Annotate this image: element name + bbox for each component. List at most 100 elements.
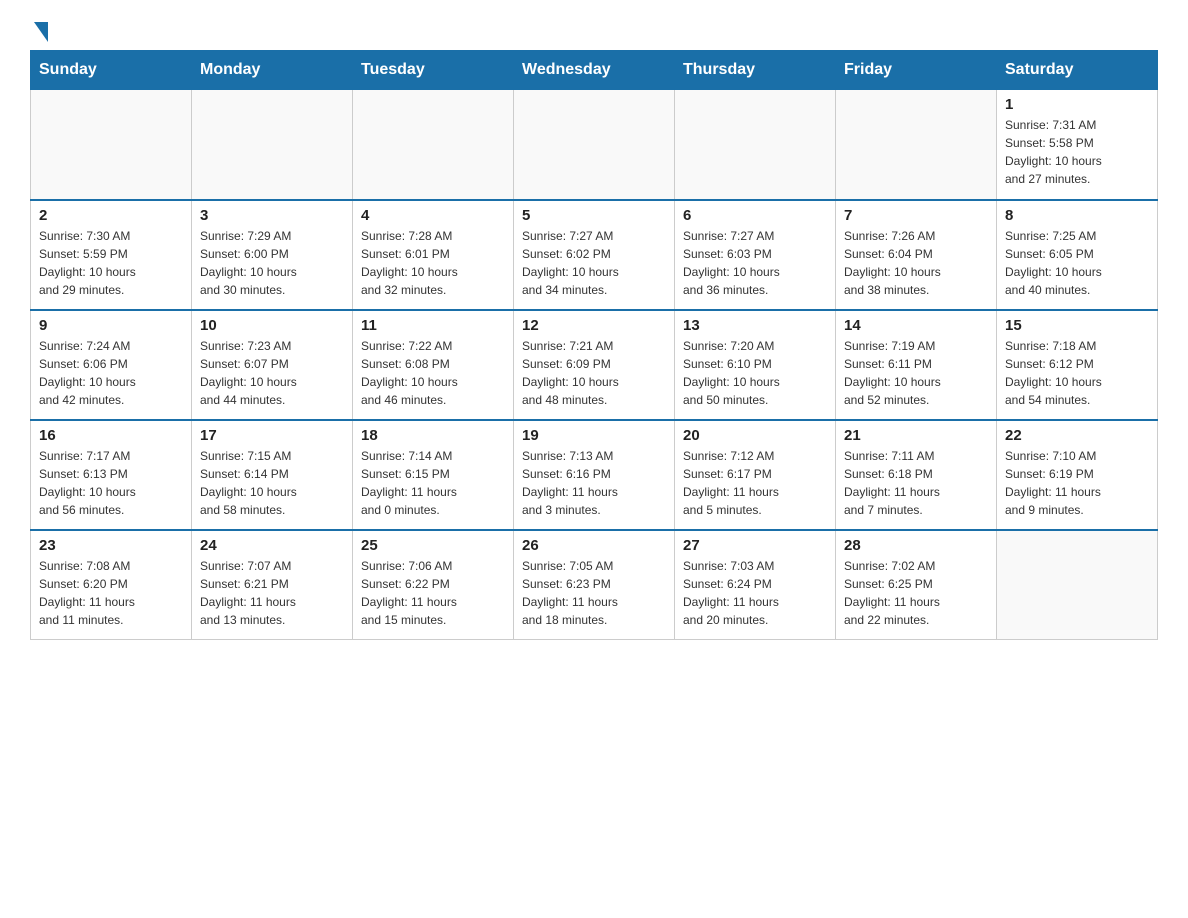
calendar-cell: 1 Sunrise: 7:31 AM Sunset: 5:58 PM Daylig…: [997, 90, 1158, 200]
calendar-cell: 13Sunrise: 7:20 AM Sunset: 6:10 PM Dayli…: [675, 310, 836, 420]
calendar-cell: 25 Sunrise: 7:06 AM Sunset: 6:22 PM Dayli…: [353, 530, 514, 640]
calendar-cell: [514, 90, 675, 200]
calendar-week-row: 23 Sunrise: 7:08 AM Sunset: 6:20 PM Dayli…: [31, 530, 1158, 640]
day-info: Sunrise: 7:14 AM Sunset: 6:15 PM Dayligh…: [361, 447, 505, 519]
calendar-cell: 17 Sunrise: 7:15 AM Sunset: 6:14 PM Dayli…: [192, 420, 353, 530]
day-number: 15: [1005, 317, 1149, 334]
calendar-cell: 5 Sunrise: 7:27 AM Sunset: 6:02 PM Daylig…: [514, 200, 675, 310]
day-info: Sunrise: 7:31 AM Sunset: 5:58 PM Dayligh…: [1005, 116, 1149, 188]
day-number: 11: [361, 317, 505, 334]
day-info: Sunrise: 7:21 AM Sunset: 6:09 PM Dayligh…: [522, 337, 666, 409]
day-number: 24: [200, 537, 344, 554]
calendar-cell: 4 Sunrise: 7:28 AM Sunset: 6:01 PM Daylig…: [353, 200, 514, 310]
day-info: Sunrise: 7:07 AM Sunset: 6:21 PM Dayligh…: [200, 557, 344, 629]
day-number: 14: [844, 317, 988, 334]
day-info: Sunrise: 7:17 AM Sunset: 6:13 PM Dayligh…: [39, 447, 183, 519]
day-info: Sunrise: 7:25 AM Sunset: 6:05 PM Dayligh…: [1005, 227, 1149, 299]
day-number: 8: [1005, 207, 1149, 224]
day-info: Sunrise: 7:08 AM Sunset: 6:20 PM Dayligh…: [39, 557, 183, 629]
logo: [30, 20, 48, 40]
calendar-cell: [836, 90, 997, 200]
day-number: 28: [844, 537, 988, 554]
logo-arrow-icon: [34, 22, 48, 42]
calendar-week-row: 9 Sunrise: 7:24 AM Sunset: 6:06 PM Daylig…: [31, 310, 1158, 420]
calendar-cell: 19 Sunrise: 7:13 AM Sunset: 6:16 PM Dayli…: [514, 420, 675, 530]
day-number: 5: [522, 207, 666, 224]
day-of-week-header: Friday: [836, 51, 997, 90]
calendar-cell: 21Sunrise: 7:11 AM Sunset: 6:18 PM Dayli…: [836, 420, 997, 530]
day-number: 7: [844, 207, 988, 224]
day-number: 9: [39, 317, 183, 334]
day-number: 23: [39, 537, 183, 554]
day-info: Sunrise: 7:18 AM Sunset: 6:12 PM Dayligh…: [1005, 337, 1149, 409]
day-of-week-header: Monday: [192, 51, 353, 90]
calendar-week-row: 2 Sunrise: 7:30 AM Sunset: 5:59 PM Daylig…: [31, 200, 1158, 310]
day-number: 1: [1005, 96, 1149, 113]
calendar-cell: 18 Sunrise: 7:14 AM Sunset: 6:15 PM Dayli…: [353, 420, 514, 530]
calendar-cell: 8 Sunrise: 7:25 AM Sunset: 6:05 PM Daylig…: [997, 200, 1158, 310]
page-header: [30, 20, 1158, 40]
calendar-week-row: 1 Sunrise: 7:31 AM Sunset: 5:58 PM Daylig…: [31, 90, 1158, 200]
day-of-week-header: Tuesday: [353, 51, 514, 90]
day-number: 10: [200, 317, 344, 334]
calendar-cell: 20 Sunrise: 7:12 AM Sunset: 6:17 PM Dayli…: [675, 420, 836, 530]
calendar-cell: 2 Sunrise: 7:30 AM Sunset: 5:59 PM Daylig…: [31, 200, 192, 310]
day-number: 17: [200, 427, 344, 444]
calendar-cell: [997, 530, 1158, 640]
day-number: 6: [683, 207, 827, 224]
day-info: Sunrise: 7:30 AM Sunset: 5:59 PM Dayligh…: [39, 227, 183, 299]
calendar-cell: 11 Sunrise: 7:22 AM Sunset: 6:08 PM Dayli…: [353, 310, 514, 420]
calendar-cell: [192, 90, 353, 200]
day-number: 12: [522, 317, 666, 334]
calendar-cell: 6 Sunrise: 7:27 AM Sunset: 6:03 PM Daylig…: [675, 200, 836, 310]
day-info: Sunrise: 7:11 AM Sunset: 6:18 PM Dayligh…: [844, 447, 988, 519]
day-number: 4: [361, 207, 505, 224]
calendar-cell: 26Sunrise: 7:05 AM Sunset: 6:23 PM Dayli…: [514, 530, 675, 640]
calendar-cell: [31, 90, 192, 200]
day-number: 22: [1005, 427, 1149, 444]
day-of-week-header: Saturday: [997, 51, 1158, 90]
calendar-cell: [353, 90, 514, 200]
day-number: 13: [683, 317, 827, 334]
calendar-week-row: 16 Sunrise: 7:17 AM Sunset: 6:13 PM Dayli…: [31, 420, 1158, 530]
calendar-cell: 16 Sunrise: 7:17 AM Sunset: 6:13 PM Dayli…: [31, 420, 192, 530]
day-of-week-header: Wednesday: [514, 51, 675, 90]
day-of-week-header: Thursday: [675, 51, 836, 90]
day-number: 20: [683, 427, 827, 444]
calendar-cell: 23 Sunrise: 7:08 AM Sunset: 6:20 PM Dayli…: [31, 530, 192, 640]
calendar-table: SundayMondayTuesdayWednesdayThursdayFrid…: [30, 50, 1158, 640]
day-info: Sunrise: 7:02 AM Sunset: 6:25 PM Dayligh…: [844, 557, 988, 629]
day-of-week-header: Sunday: [31, 51, 192, 90]
day-number: 26: [522, 537, 666, 554]
day-info: Sunrise: 7:24 AM Sunset: 6:06 PM Dayligh…: [39, 337, 183, 409]
calendar-cell: 10 Sunrise: 7:23 AM Sunset: 6:07 PM Dayli…: [192, 310, 353, 420]
day-info: Sunrise: 7:23 AM Sunset: 6:07 PM Dayligh…: [200, 337, 344, 409]
day-info: Sunrise: 7:13 AM Sunset: 6:16 PM Dayligh…: [522, 447, 666, 519]
day-info: Sunrise: 7:22 AM Sunset: 6:08 PM Dayligh…: [361, 337, 505, 409]
calendar-cell: 14 Sunrise: 7:19 AM Sunset: 6:11 PM Dayli…: [836, 310, 997, 420]
day-number: 19: [522, 427, 666, 444]
day-info: Sunrise: 7:29 AM Sunset: 6:00 PM Dayligh…: [200, 227, 344, 299]
day-info: Sunrise: 7:12 AM Sunset: 6:17 PM Dayligh…: [683, 447, 827, 519]
calendar-cell: 7 Sunrise: 7:26 AM Sunset: 6:04 PM Daylig…: [836, 200, 997, 310]
day-info: Sunrise: 7:15 AM Sunset: 6:14 PM Dayligh…: [200, 447, 344, 519]
day-number: 27: [683, 537, 827, 554]
day-number: 2: [39, 207, 183, 224]
day-number: 25: [361, 537, 505, 554]
day-info: Sunrise: 7:10 AM Sunset: 6:19 PM Dayligh…: [1005, 447, 1149, 519]
calendar-cell: 3Sunrise: 7:29 AM Sunset: 6:00 PM Daylig…: [192, 200, 353, 310]
day-info: Sunrise: 7:19 AM Sunset: 6:11 PM Dayligh…: [844, 337, 988, 409]
calendar-cell: 12 Sunrise: 7:21 AM Sunset: 6:09 PM Dayli…: [514, 310, 675, 420]
day-info: Sunrise: 7:26 AM Sunset: 6:04 PM Dayligh…: [844, 227, 988, 299]
calendar-cell: 22 Sunrise: 7:10 AM Sunset: 6:19 PM Dayli…: [997, 420, 1158, 530]
day-info: Sunrise: 7:06 AM Sunset: 6:22 PM Dayligh…: [361, 557, 505, 629]
day-info: Sunrise: 7:27 AM Sunset: 6:03 PM Dayligh…: [683, 227, 827, 299]
day-info: Sunrise: 7:28 AM Sunset: 6:01 PM Dayligh…: [361, 227, 505, 299]
calendar-cell: 15 Sunrise: 7:18 AM Sunset: 6:12 PM Dayli…: [997, 310, 1158, 420]
day-number: 16: [39, 427, 183, 444]
calendar-cell: 28 Sunrise: 7:02 AM Sunset: 6:25 PM Dayli…: [836, 530, 997, 640]
day-info: Sunrise: 7:27 AM Sunset: 6:02 PM Dayligh…: [522, 227, 666, 299]
calendar-cell: 9 Sunrise: 7:24 AM Sunset: 6:06 PM Daylig…: [31, 310, 192, 420]
day-number: 18: [361, 427, 505, 444]
calendar-cell: 27Sunrise: 7:03 AM Sunset: 6:24 PM Dayli…: [675, 530, 836, 640]
